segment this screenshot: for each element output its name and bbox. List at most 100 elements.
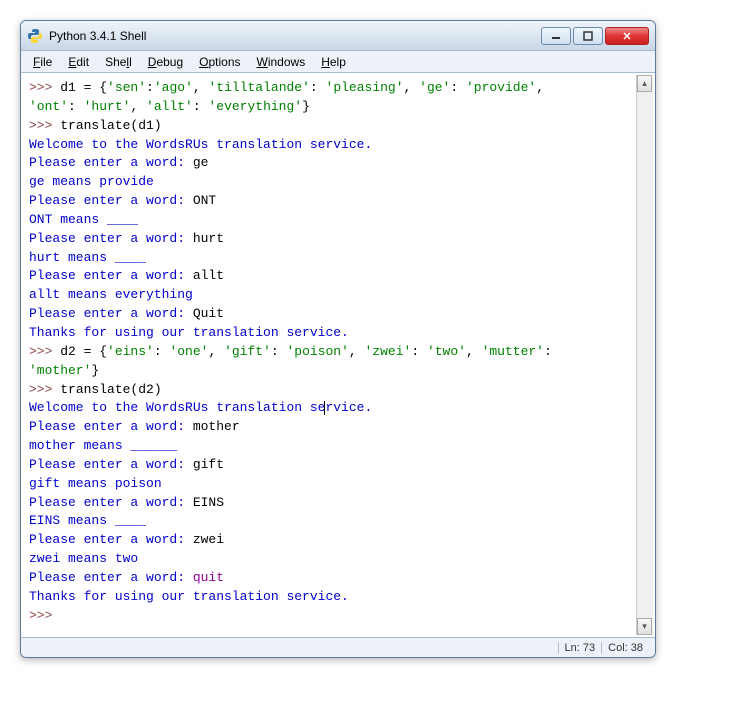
- scroll-up-arrow-icon[interactable]: ▴: [637, 75, 652, 92]
- user-input: zwei: [193, 532, 224, 547]
- vertical-scrollbar[interactable]: ▴ ▾: [636, 75, 653, 635]
- close-button[interactable]: [605, 27, 649, 45]
- window-title: Python 3.4.1 Shell: [49, 29, 541, 43]
- menu-options[interactable]: Options: [191, 53, 248, 71]
- punct: }: [302, 99, 310, 114]
- output: ge means provide: [29, 174, 154, 189]
- punct: ,: [536, 80, 544, 95]
- minimize-button[interactable]: [541, 27, 571, 45]
- punct: :: [154, 344, 170, 359]
- punct: :: [146, 80, 154, 95]
- output: Please enter a word:: [29, 268, 193, 283]
- user-input: quit: [193, 570, 224, 585]
- prompt: >>>: [29, 80, 60, 95]
- output: Please enter a word:: [29, 532, 193, 547]
- str: 'tilltalande': [208, 80, 309, 95]
- output: rvice.: [325, 400, 372, 415]
- minimize-icon: [551, 31, 561, 41]
- output: Please enter a word:: [29, 419, 193, 434]
- user-input: EINS: [193, 495, 224, 510]
- str: 'ont': [29, 99, 68, 114]
- output: Welcome to the WordsRUs translation serv…: [29, 137, 372, 152]
- output: mother means ______: [29, 438, 177, 453]
- menu-shell[interactable]: Shell: [97, 53, 140, 71]
- menu-help[interactable]: Help: [313, 53, 354, 71]
- str: 'provide': [466, 80, 536, 95]
- user-input: ONT: [193, 193, 216, 208]
- status-col: Col: 38: [601, 642, 649, 654]
- prompt: >>>: [29, 608, 60, 623]
- str: 'gift': [224, 344, 271, 359]
- punct: ,: [466, 344, 482, 359]
- content-wrap: >>> d1 = {'sen':'ago', 'tilltalande': 'p…: [21, 73, 655, 637]
- str: 'everything': [208, 99, 302, 114]
- statusbar: Ln: 73 Col: 38: [21, 637, 655, 657]
- menu-windows[interactable]: Windows: [249, 53, 314, 71]
- status-line: Ln: 73: [558, 642, 602, 654]
- menu-edit[interactable]: Edit: [60, 53, 97, 71]
- close-icon: [622, 31, 632, 41]
- str: 'allt': [146, 99, 193, 114]
- punct: ,: [193, 80, 209, 95]
- punct: :: [193, 99, 209, 114]
- str: 'poison': [287, 344, 349, 359]
- punct: ,: [404, 80, 420, 95]
- punct: :: [544, 344, 552, 359]
- output: Thanks for using our translation service…: [29, 589, 349, 604]
- menu-debug[interactable]: Debug: [140, 53, 191, 71]
- punct: :: [310, 80, 326, 95]
- menu-file[interactable]: File: [25, 53, 60, 71]
- app-window: Python 3.4.1 Shell File Edit Shell Debug…: [20, 20, 656, 658]
- maximize-button[interactable]: [573, 27, 603, 45]
- str: 'mutter': [482, 344, 544, 359]
- window-controls: [541, 27, 649, 45]
- menubar: File Edit Shell Debug Options Windows He…: [21, 51, 655, 73]
- output: Please enter a word:: [29, 495, 193, 510]
- output: Please enter a word:: [29, 193, 193, 208]
- output: zwei means two: [29, 551, 138, 566]
- user-input: hurt: [193, 231, 224, 246]
- user-input: gift: [193, 457, 224, 472]
- str: 'hurt': [84, 99, 131, 114]
- maximize-icon: [583, 31, 593, 41]
- output: EINS means ____: [29, 513, 146, 528]
- shell-content[interactable]: >>> d1 = {'sen':'ago', 'tilltalande': 'p…: [23, 75, 653, 635]
- punct: :: [271, 344, 287, 359]
- punct: :: [68, 99, 84, 114]
- prompt: >>>: [29, 344, 60, 359]
- prompt: >>>: [29, 118, 60, 133]
- str: 'ago': [154, 80, 193, 95]
- scroll-down-arrow-icon[interactable]: ▾: [637, 618, 652, 635]
- output: ONT means ____: [29, 212, 138, 227]
- user-input: mother: [193, 419, 240, 434]
- output: Thanks for using our translation service…: [29, 325, 349, 340]
- user-input: ge: [193, 155, 209, 170]
- punct: ,: [130, 99, 146, 114]
- punct: :: [450, 80, 466, 95]
- output: hurt means ____: [29, 250, 146, 265]
- str: 'zwei': [365, 344, 412, 359]
- output: gift means poison: [29, 476, 162, 491]
- titlebar[interactable]: Python 3.4.1 Shell: [21, 21, 655, 51]
- code-text: translate(d1): [60, 118, 161, 133]
- output: Please enter a word:: [29, 457, 193, 472]
- output: Welcome to the WordsRUs translation se: [29, 400, 325, 415]
- user-input: Quit: [193, 306, 224, 321]
- output: allt means everything: [29, 287, 193, 302]
- code-text: translate(d2): [60, 382, 161, 397]
- str: 'eins': [107, 344, 154, 359]
- str: 'ge': [419, 80, 450, 95]
- output: Please enter a word:: [29, 155, 193, 170]
- punct: }: [91, 363, 99, 378]
- output: Please enter a word:: [29, 306, 193, 321]
- python-icon: [27, 28, 43, 44]
- user-input: allt: [193, 268, 224, 283]
- output: Please enter a word:: [29, 231, 193, 246]
- code-text: d2 = {: [60, 344, 107, 359]
- punct: ,: [208, 344, 224, 359]
- str: 'sen': [107, 80, 146, 95]
- code-text: d1 = {: [60, 80, 107, 95]
- punct: ,: [349, 344, 365, 359]
- str: 'two': [427, 344, 466, 359]
- output: Please enter a word:: [29, 570, 193, 585]
